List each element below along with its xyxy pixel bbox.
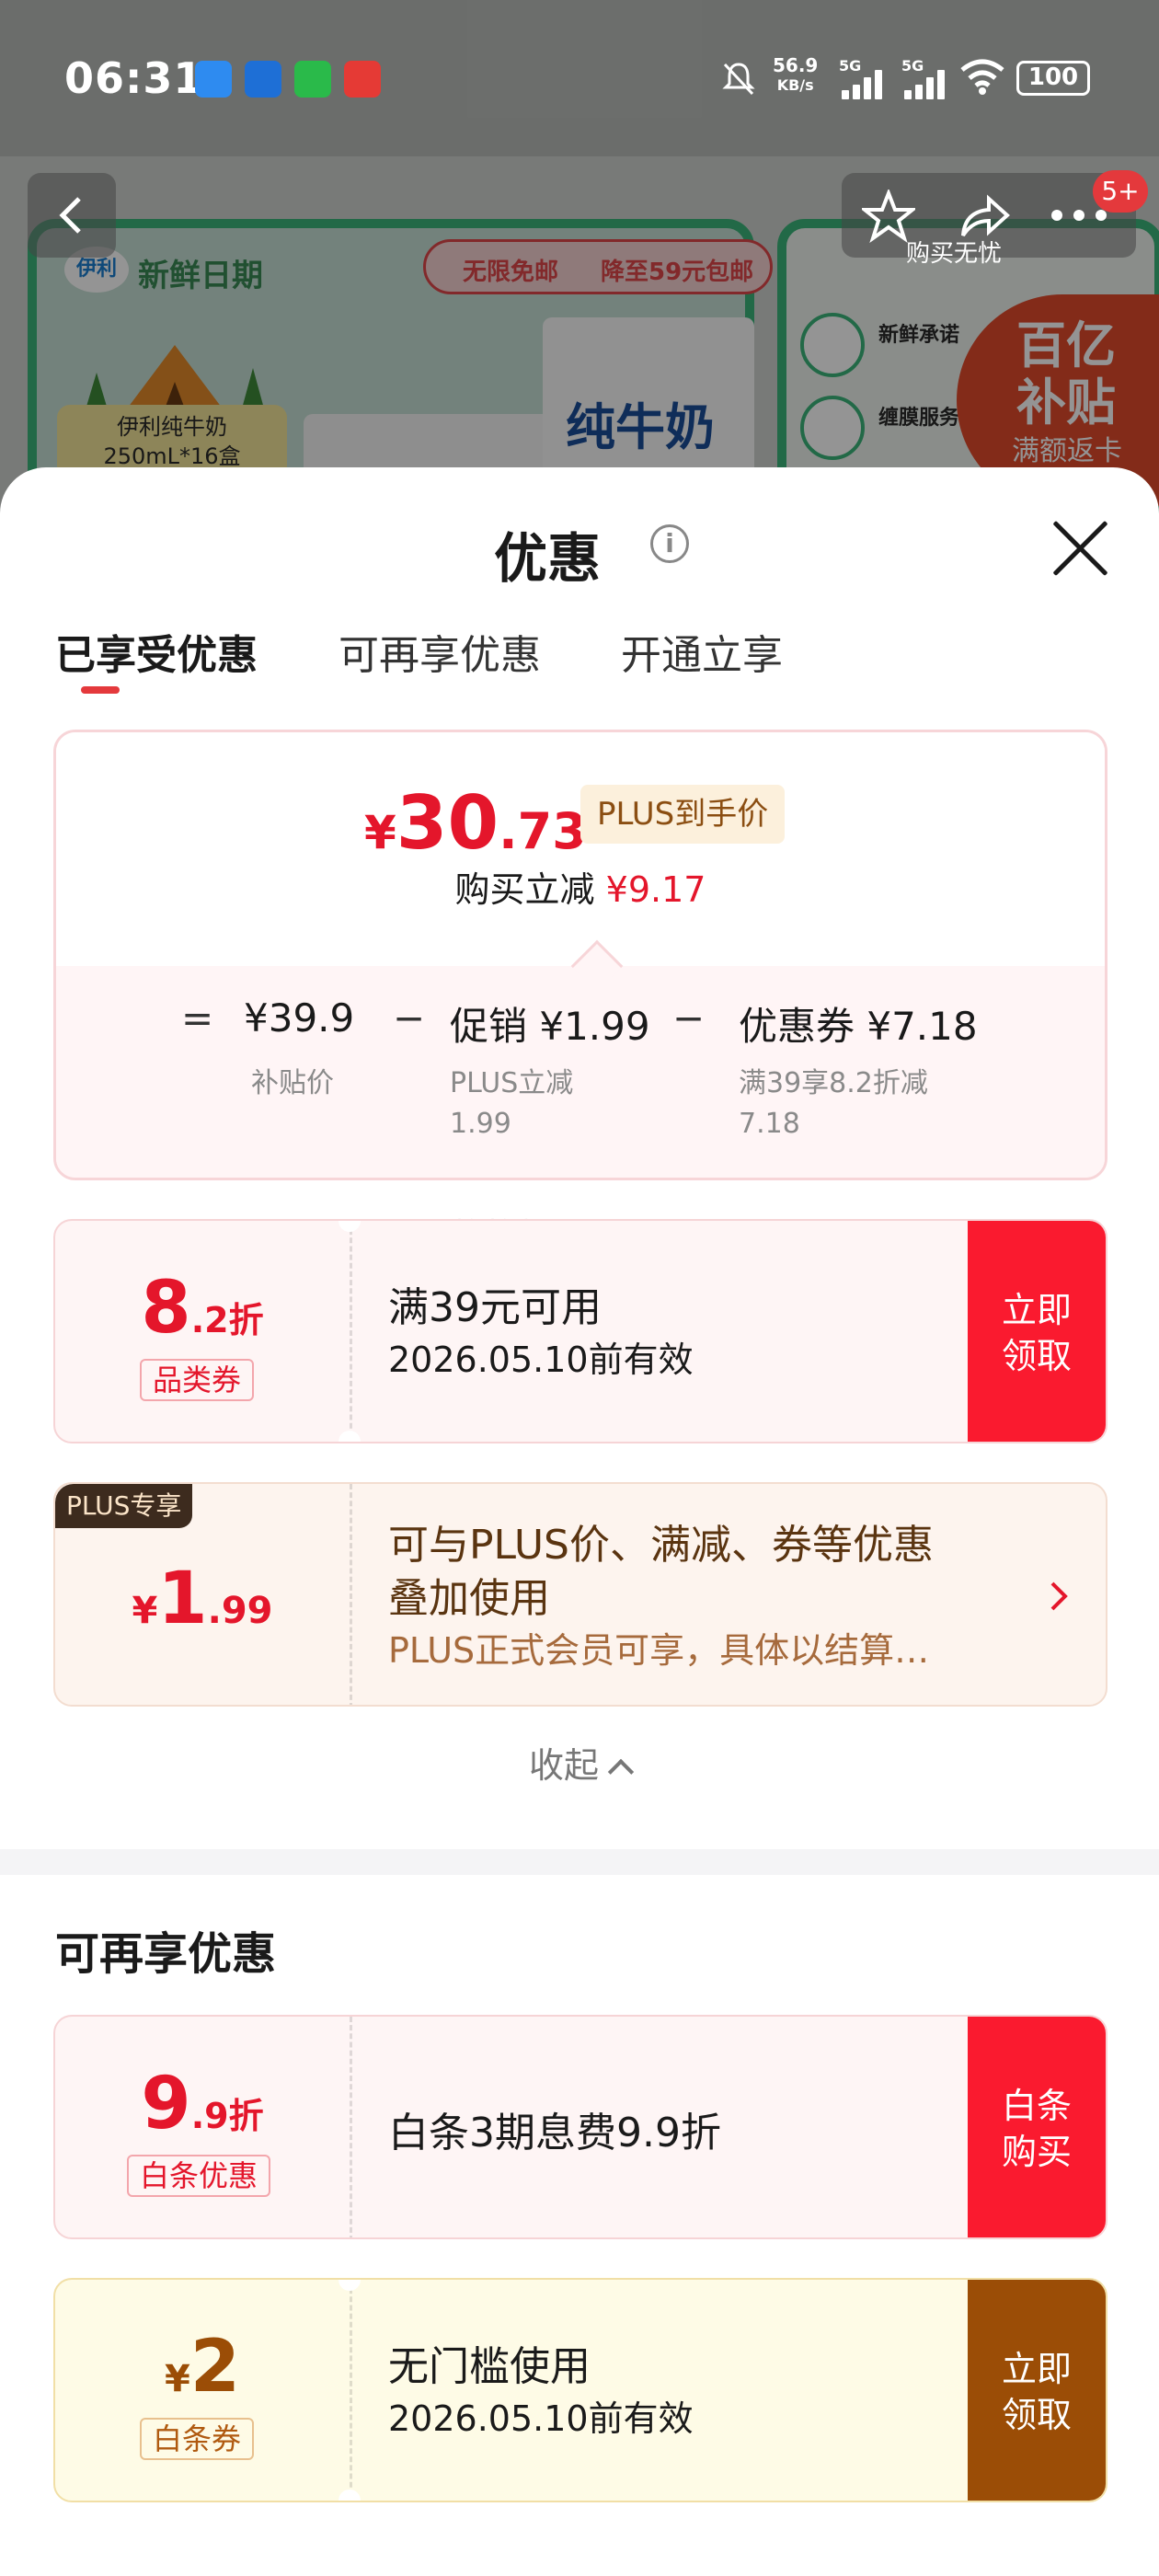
status-bar: 06:31 56.9 KB/s 5G 5G 100 — [0, 0, 1159, 156]
coupon-discount: 8.2折 — [141, 1267, 264, 1350]
chevron-left-icon — [59, 197, 81, 234]
signal-bars-icon — [904, 68, 948, 99]
coupon-condition: 无门槛使用 — [388, 2343, 591, 2390]
network-speed: 56.9 KB/s — [773, 54, 819, 94]
summary-top: ¥30.73 PLUS到手价 购买立减 ¥9.17 — [56, 732, 1105, 966]
clock: 06:31 — [64, 53, 204, 103]
coupon-divider — [350, 2280, 352, 2501]
coupon-label: 满39享8.2折减 7.18 — [739, 1067, 928, 1140]
owl-app-icon — [245, 61, 281, 98]
coupon-divider — [350, 1484, 352, 1705]
plus-price-tag: PLUS到手价 — [580, 785, 786, 844]
tab-open-now[interactable]: 开通立享 — [621, 622, 783, 681]
minus-sign: − — [393, 995, 426, 1041]
back-button[interactable] — [28, 173, 116, 258]
collapse-label: 收起 — [528, 1745, 599, 1786]
message-count-badge: 5+ — [1093, 170, 1148, 213]
reduce-line: 购买立减 ¥9.17 — [56, 861, 1105, 912]
wifi-icon — [960, 59, 1004, 95]
coupon-discount: 9.9折 — [141, 2063, 264, 2145]
claim-coupon-button[interactable]: 立即 领取 — [968, 1221, 1106, 1442]
base-price-label: 补贴价 — [251, 1067, 334, 1099]
coupon-expiry: 2026.05.10前有效 — [388, 2398, 694, 2439]
price-formula: = ¥39.9 补贴价 − 促销 ¥1.99 PLUS立减 1.99 − 优惠券… — [56, 966, 1105, 1178]
category-coupon-card: 8.2折 品类券 满39元可用 2026.05.10前有效 立即 领取 — [53, 1219, 1107, 1443]
wechat-icon — [294, 61, 331, 98]
claim-coupon-button[interactable]: 立即 领取 — [968, 2280, 1106, 2501]
coupon-amount: 8.2折 品类券 — [55, 1221, 350, 1442]
mute-bell-icon — [722, 63, 755, 96]
section-title-more: 可再享优惠 — [55, 1928, 277, 1980]
coupon-expiry: 2026.05.10前有效 — [388, 1340, 694, 1380]
plus-discount-amount: ¥1.99 — [132, 1558, 273, 1640]
info-icon[interactable]: i — [650, 524, 689, 563]
coupon-notch — [339, 2490, 361, 2501]
coupon-condition: 白条3期息费9.9折 — [388, 2110, 721, 2156]
reduce-label: 购买立减 — [454, 869, 595, 910]
coupon-type-tag: 品类券 — [140, 1359, 255, 1401]
coupon-divider — [350, 1221, 352, 1442]
chevron-up-icon — [607, 1758, 635, 1786]
jd-app-icon — [344, 61, 381, 98]
coupon-amount: ¥1.99 — [55, 1484, 350, 1705]
plus-note: PLUS正式会员可享，具体以结算… — [388, 1630, 930, 1671]
coupon-value: 优惠券 ¥7.18 — [739, 1004, 978, 1049]
sheet-title-text: 优惠 — [493, 527, 601, 590]
tab-enjoyed[interactable]: 已享受优惠 — [55, 622, 258, 681]
plus-title-line1: 可与PLUS价、满减、券等优惠 — [388, 1522, 934, 1569]
baitiao-buy-button[interactable]: 白条 购买 — [968, 2017, 1106, 2237]
signal-bars-icon — [842, 68, 886, 99]
coupon-type-tag: 白条优惠 — [127, 2155, 271, 2197]
promo-value: 促销 ¥1.99 — [450, 1004, 650, 1049]
coupon-value: ¥2 — [164, 2326, 241, 2409]
promo-label: PLUS立减 1.99 — [450, 1067, 574, 1140]
home-app-icon — [195, 61, 232, 98]
discount-sheet: 优惠 i 已享受优惠 可再享优惠 开通立享 ¥30.73 PLUS到手价 购买立… — [0, 467, 1159, 2576]
close-icon[interactable] — [1047, 515, 1113, 581]
baitiao-coupon-card: ¥2 白条券 无门槛使用 2026.05.10前有效 立即 领取 — [53, 2278, 1107, 2502]
chevron-right-icon — [1050, 1581, 1068, 1611]
battery-icon: 100 — [1016, 61, 1090, 96]
coupon-amount: ¥2 白条券 — [55, 2280, 350, 2501]
coupon-type-tag: 白条券 — [140, 2418, 255, 2460]
baitiao-discount-card: 9.9折 白条优惠 白条3期息费9.9折 白条 购买 — [53, 2015, 1107, 2239]
minus-sign: − — [672, 995, 706, 1041]
reduce-value: ¥9.17 — [605, 869, 706, 910]
coupon-amount: 9.9折 白条优惠 — [55, 2017, 350, 2237]
equals-sign: = — [181, 995, 214, 1041]
active-tab-indicator — [81, 686, 120, 694]
buy-worry-free-text: 购买无忧 — [906, 240, 1003, 268]
plus-discount-card[interactable]: PLUS专享 ¥1.99 可与PLUS价、满减、券等优惠 叠加使用 PLUS正式… — [53, 1482, 1107, 1707]
final-price: ¥30.73 — [364, 780, 587, 866]
coupon-divider — [350, 2017, 352, 2237]
base-price: ¥39.9 — [244, 995, 355, 1041]
more-icon[interactable] — [1050, 208, 1108, 223]
price-summary-card: ¥30.73 PLUS到手价 购买立减 ¥9.17 = ¥39.9 补贴价 − … — [53, 730, 1107, 1180]
section-divider — [0, 1849, 1159, 1875]
sheet-title: 优惠 — [0, 515, 1159, 592]
plus-title-line2: 叠加使用 — [388, 1575, 550, 1622]
tab-more-available[interactable]: 可再享优惠 — [339, 622, 541, 681]
coupon-notch — [339, 1431, 361, 1442]
coupon-condition: 满39元可用 — [388, 1284, 602, 1331]
collapse-button[interactable]: 收起 — [0, 1737, 1159, 1788]
